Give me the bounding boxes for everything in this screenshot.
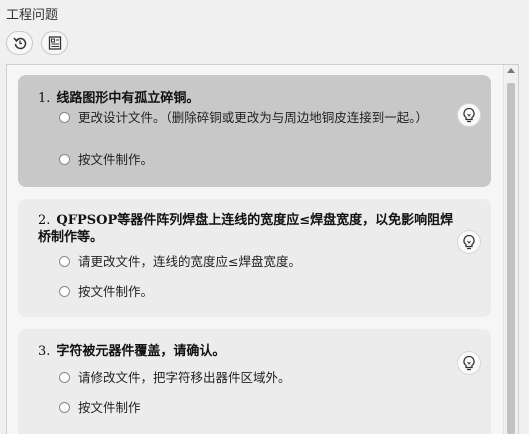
radio-button[interactable] <box>59 402 70 413</box>
document-button[interactable] <box>41 31 68 55</box>
option-row[interactable]: 按文件制作 <box>59 399 436 416</box>
issue-title-text: QFPSOP等器件阵列焊盘上连线的宽度应≤焊盘宽度，以免影响阻焊桥制作等。 <box>38 213 454 245</box>
lightbulb-icon <box>463 355 475 371</box>
radio-button[interactable] <box>59 372 70 383</box>
issue-title: 2. QFPSOP等器件阵列焊盘上连线的宽度应≤焊盘宽度，以免影响阻焊桥制作等。 <box>38 212 458 246</box>
option-row[interactable]: 请更改文件，连线的宽度应≤焊盘宽度。 <box>59 253 436 270</box>
hint-button[interactable] <box>457 351 481 375</box>
option-label: 按文件制作 <box>78 400 141 415</box>
option-row[interactable]: 请修改文件，把字符移出器件区域外。 <box>59 369 436 386</box>
issue-number: 2. <box>38 213 51 228</box>
option-label: 按文件制作。 <box>78 152 154 167</box>
document-icon <box>48 36 61 50</box>
option-row[interactable]: 按文件制作。 <box>59 151 436 168</box>
issue-title-text: 线路图形中有孤立碎铜。 <box>56 91 200 106</box>
toolbar <box>6 31 68 55</box>
radio-button[interactable] <box>59 286 70 297</box>
window-title: 工程问题 <box>6 8 59 23</box>
radio-button[interactable] <box>59 112 70 123</box>
vertical-scrollbar[interactable] <box>503 65 518 434</box>
option-row[interactable]: 更改设计文件。（删除碎铜或更改为与周边地铜皮连接到一起。） <box>59 109 436 126</box>
refresh-icon <box>12 37 26 50</box>
issue-number: 3. <box>38 344 51 359</box>
option-label: 请修改文件，把字符移出器件区域外。 <box>78 370 291 385</box>
scroll-up-arrow-icon[interactable] <box>507 68 515 73</box>
option-row[interactable]: 按文件制作。 <box>59 283 436 300</box>
option-label: 按文件制作。 <box>78 284 154 299</box>
issue-title: 1. 线路图形中有孤立碎铜。 <box>38 90 199 107</box>
option-label: 请更改文件，连线的宽度应≤焊盘宽度。 <box>78 254 301 269</box>
radio-button[interactable] <box>59 154 70 165</box>
issue-card-2[interactable]: 2. QFPSOP等器件阵列焊盘上连线的宽度应≤焊盘宽度，以免影响阻焊桥制作等。 … <box>18 199 491 317</box>
radio-button[interactable] <box>59 256 70 267</box>
scrollbar-thumb[interactable] <box>507 83 515 434</box>
issue-card-3[interactable]: 3. 字符被元器件覆盖，请确认。 请修改文件，把字符移出器件区域外。 按文件制作 <box>18 329 491 434</box>
lightbulb-icon <box>463 234 475 250</box>
issues-panel: 1. 线路图形中有孤立碎铜。 更改设计文件。（删除碎铜或更改为与周边地铜皮连接到一… <box>6 64 519 434</box>
refresh-button[interactable] <box>6 31 33 55</box>
issue-title: 3. 字符被元器件覆盖，请确认。 <box>38 343 225 360</box>
issue-number: 1. <box>38 91 51 106</box>
issue-card-1[interactable]: 1. 线路图形中有孤立碎铜。 更改设计文件。（删除碎铜或更改为与周边地铜皮连接到一… <box>18 75 491 187</box>
hint-button[interactable] <box>457 103 481 127</box>
issue-title-text: 字符被元器件覆盖，请确认。 <box>56 344 226 359</box>
hint-button[interactable] <box>457 230 481 254</box>
option-label: 更改设计文件。（删除碎铜或更改为与周边地铜皮连接到一起。） <box>78 110 429 125</box>
lightbulb-icon <box>463 107 475 123</box>
